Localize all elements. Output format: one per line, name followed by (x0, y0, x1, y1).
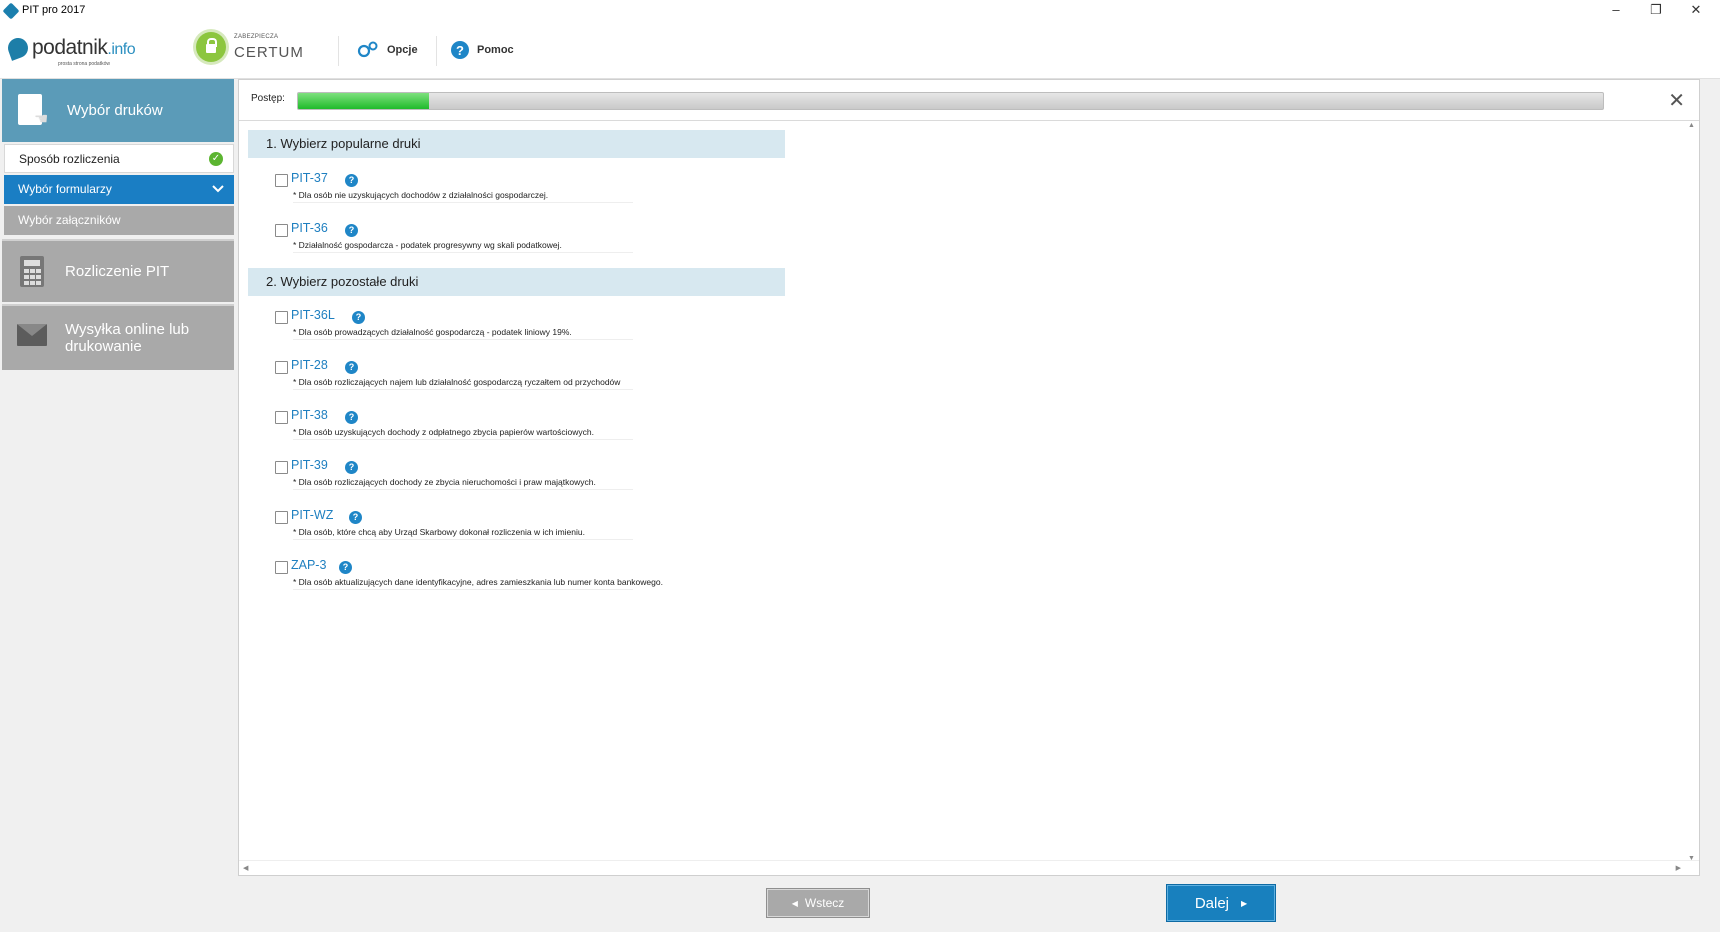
restore-button[interactable]: ❐ (1636, 0, 1676, 22)
item-divider (293, 252, 633, 253)
form-checkbox[interactable] (275, 511, 288, 524)
help-button[interactable]: ? Pomoc (451, 37, 514, 63)
item-divider (293, 439, 633, 440)
item-divider (293, 202, 633, 203)
form-checkbox[interactable] (275, 461, 288, 474)
form-name-link[interactable]: PIT-36L (291, 308, 335, 322)
scroll-right-icon[interactable]: ▶ (1676, 864, 1681, 872)
vertical-scrollbar[interactable]: ▲ ▼ (1685, 120, 1699, 864)
help-icon[interactable]: ? (345, 224, 358, 237)
minimize-button[interactable]: – (1596, 0, 1636, 22)
horizontal-scrollbar[interactable]: ◀ ▶ (239, 860, 1699, 875)
form-name-link[interactable]: PIT-28 (291, 358, 328, 372)
chevron-right-icon: ▶ (1241, 898, 1248, 908)
step-send-or-print[interactable]: Wysyłka online lub drukowanie (2, 304, 234, 370)
toolbar-divider (436, 36, 437, 66)
form-description: * Dla osób aktualizujących dane identyfi… (293, 577, 663, 587)
sidebar-item-label: Wybór załączników (18, 213, 121, 227)
progress-fill (298, 93, 429, 109)
calculator-icon (20, 256, 44, 287)
next-button[interactable]: Dalej ▶ (1166, 884, 1276, 922)
form-description: * Dla osób uzyskujących dochody z odpłat… (293, 427, 594, 437)
form-name-link[interactable]: PIT-39 (291, 458, 328, 472)
window-title: PIT pro 2017 (22, 4, 86, 16)
certum-small-text: ZABEZPIECZA (234, 34, 279, 40)
form-name-link[interactable]: ZAP-3 (291, 558, 326, 572)
step-label: Rozliczenie PIT (65, 263, 170, 280)
help-icon[interactable]: ? (352, 311, 365, 324)
app-icon (2, 2, 20, 20)
form-name-link[interactable]: PIT-38 (291, 408, 328, 422)
item-divider (293, 389, 633, 390)
envelope-icon (17, 324, 47, 346)
item-divider (293, 539, 633, 540)
form-name-link[interactable]: PIT-WZ (291, 508, 333, 522)
form-description: * Działalność gospodarcza - podatek prog… (293, 240, 562, 250)
help-icon[interactable]: ? (349, 511, 362, 524)
help-label: Pomoc (477, 44, 514, 56)
form-checkbox[interactable] (275, 311, 288, 324)
sidebar-item-settlement-method[interactable]: Sposób rozliczenia ✓ (4, 144, 234, 173)
item-divider (293, 339, 633, 340)
back-button[interactable]: ◀ Wstecz (766, 888, 870, 918)
form-description: * Dla osób rozliczających dochody ze zby… (293, 477, 596, 487)
help-icon[interactable]: ? (345, 361, 358, 374)
pointer-hand-icon: ☚ (34, 111, 49, 128)
item-divider (293, 589, 633, 590)
help-icon[interactable]: ? (345, 411, 358, 424)
logo-suffix: .info (107, 41, 136, 58)
form-name-link[interactable]: PIT-37 (291, 171, 328, 185)
toolbar: podatnik.info prosta strona podatków ZAB… (0, 22, 1720, 79)
checkmark-icon: ✓ (209, 152, 223, 166)
certum-text: CERTUM (234, 44, 304, 61)
form-name-link[interactable]: PIT-36 (291, 221, 328, 235)
options-label: Opcje (387, 44, 418, 56)
section-header-other: 2. Wybierz pozostałe druki (248, 268, 785, 296)
close-icon[interactable]: ✕ (1668, 88, 1685, 113)
progress-label: Postęp: (251, 93, 285, 104)
main-panel: Postęp: ✕ 1. Wybierz popularne druki 2. … (238, 79, 1700, 876)
logo-tagline: prosta strona podatków (58, 61, 110, 67)
step-label-line1: Wysyłka online lub (65, 321, 190, 338)
form-description: * Dla osób, które chcą aby Urząd Skarbow… (293, 527, 585, 537)
options-button[interactable]: Opcje (357, 37, 418, 63)
help-icon[interactable]: ? (339, 561, 352, 574)
step-pit-settlement[interactable]: Rozliczenie PIT (2, 239, 234, 302)
form-checkbox[interactable] (275, 561, 288, 574)
chevron-left-icon: ◀ (791, 898, 798, 908)
form-checkbox[interactable] (275, 411, 288, 424)
help-icon: ? (451, 41, 469, 59)
form-description: * Dla osób rozliczających najem lub dzia… (293, 377, 621, 387)
next-label: Dalej (1194, 894, 1230, 912)
scroll-up-icon[interactable]: ▲ (1688, 122, 1695, 129)
window-titlebar: PIT pro 2017 – ❐ ✕ (0, 0, 1720, 22)
scroll-left-icon[interactable]: ◀ (243, 864, 248, 872)
form-checkbox[interactable] (275, 361, 288, 374)
gears-icon (357, 41, 378, 58)
back-label: Wstecz (804, 896, 845, 910)
podatnik-logo-icon (5, 35, 31, 61)
help-icon[interactable]: ? (345, 461, 358, 474)
toolbar-divider (338, 36, 339, 66)
form-checkbox[interactable] (275, 224, 288, 237)
help-icon[interactable]: ? (345, 174, 358, 187)
sidebar-item-label: Sposób rozliczenia (19, 152, 120, 166)
form-description: * Dla osób nie uzyskujących dochodów z d… (293, 190, 549, 200)
window-close-button[interactable]: ✕ (1676, 0, 1716, 22)
progress-bar (297, 92, 1604, 110)
section-header-popular: 1. Wybierz popularne druki (248, 130, 785, 158)
sidebar-item-attachments[interactable]: Wybór załączników (4, 206, 234, 235)
step-form-selection[interactable]: ☚ Wybór druków (2, 79, 234, 142)
logo-text: podatnik (32, 36, 108, 59)
lock-icon (196, 32, 226, 62)
sidebar-item-label: Wybór formularzy (18, 182, 112, 196)
progress-row: Postęp: ✕ (239, 80, 1699, 121)
step-label-line2: drukowanie (65, 338, 142, 355)
form-checkbox[interactable] (275, 174, 288, 187)
sidebar-item-form-selection[interactable]: Wybór formularzy (4, 175, 234, 204)
step-label: Wybór druków (67, 102, 163, 119)
form-description: * Dla osób prowadzących działalność gosp… (293, 327, 572, 337)
item-divider (293, 489, 633, 490)
